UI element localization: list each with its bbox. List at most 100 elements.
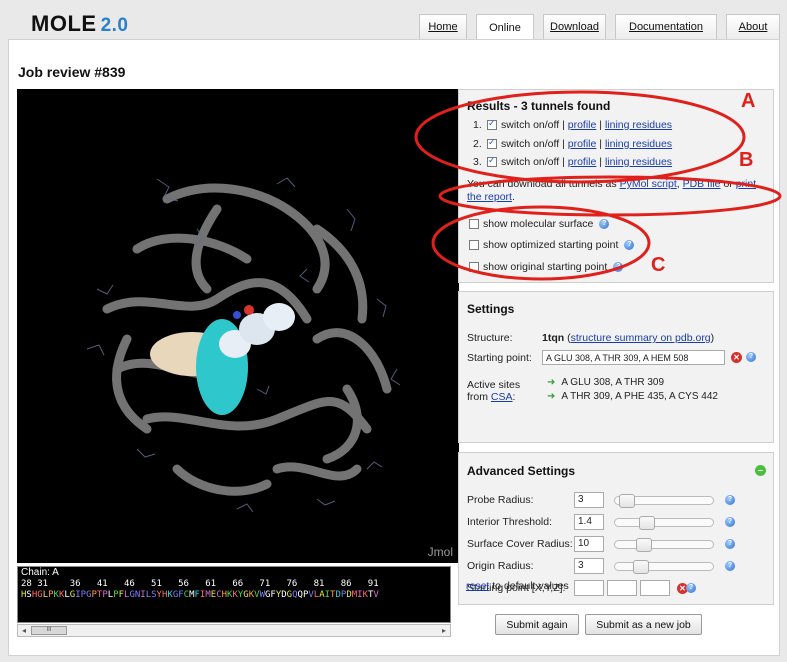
param-input[interactable]: 3 [574,492,604,508]
param-slider[interactable] [614,560,714,574]
profile-link[interactable]: profile [568,138,597,150]
profile-link[interactable]: profile [568,156,597,168]
tunnel-shapes [150,303,295,415]
structure-summary-link[interactable]: structure summary on pdb.org [571,332,711,344]
tab-home[interactable]: Home [419,14,467,39]
param-label: Interior Threshold: [467,516,553,528]
z-input[interactable] [640,580,670,596]
jmol-watermark: Jmol [427,545,453,559]
download-prefix: You can download all tunnels as [467,178,617,190]
separator: | [599,138,603,150]
arrow-right-icon: ➜ [547,377,556,388]
results-title: Results - 3 tunnels found [467,99,611,113]
param-row: Origin Radius: 3 ? [467,558,767,576]
separator: | [599,156,603,168]
submit-new-job-button[interactable]: Submit as a new job [585,614,702,635]
pdb-file-link[interactable]: PDB file [683,178,721,190]
clear-icon[interactable]: ✕ [731,352,742,363]
param-slider[interactable] [614,538,714,552]
param-input[interactable]: 10 [574,536,604,552]
scroll-right-icon[interactable]: ▸ [438,625,450,636]
or-text: or [723,178,733,190]
param-input[interactable]: 3 [574,558,604,574]
optimized-start-checkbox[interactable] [469,240,479,250]
sequence-scrollbar[interactable]: ◂ III ▸ [17,624,451,637]
arrow-right-icon: ➜ [547,391,556,402]
scroll-thumb[interactable]: III [31,626,67,635]
help-icon[interactable]: ? [686,583,696,593]
chain-label: Chain: A [21,567,59,578]
slider-handle[interactable] [633,560,650,574]
submit-again-button[interactable]: Submit again [495,614,579,635]
from-csa: from CSA: [467,391,515,403]
lining-residues-link[interactable]: lining residues [605,156,672,168]
param-slider[interactable] [614,516,714,530]
x-input[interactable] [574,580,604,596]
settings-panel: Settings Structure: 1tqn (structure summ… [458,291,774,443]
option-row: show original starting point ? [469,261,624,273]
switch-label: switch on/off [501,119,560,131]
download-text: You can download all tunnels as PyMol sc… [467,178,767,204]
tunnel-checkbox[interactable] [487,137,497,149]
molecular-surface-checkbox[interactable] [469,219,479,229]
active-site-item[interactable]: ➜ A THR 309, A PHE 435, A CYS 442 [547,391,718,402]
molecule-viewer[interactable]: Jmol [17,89,459,563]
separator: | [599,119,603,131]
collapse-icon[interactable]: – [755,465,766,476]
tunnel-checkbox[interactable] [487,118,497,130]
annotation-label-a: A [741,90,756,112]
profile-link[interactable]: profile [568,119,597,131]
param-label: Probe Radius: [467,494,534,506]
structure-label: Structure: [467,332,513,344]
comma: , [676,178,680,190]
help-icon[interactable]: ? [725,561,735,571]
help-icon[interactable]: ? [599,219,610,229]
slider-handle[interactable] [619,494,636,508]
tab-about[interactable]: About [726,14,780,39]
help-icon[interactable]: ? [725,539,735,549]
param-input[interactable]: 1.4 [574,514,604,530]
slider-handle[interactable] [636,538,652,552]
structure-id: 1tqn [542,332,565,344]
period: . [511,191,515,203]
active-site-item[interactable]: ➜ A GLU 308, A THR 309 [547,377,664,388]
reset-link[interactable]: reset [466,580,489,592]
scroll-left-icon[interactable]: ◂ [18,625,30,636]
switch-label: switch on/off [501,138,560,150]
separator: | [562,119,565,131]
pymol-script-link[interactable]: PyMol script [620,178,677,190]
help-icon[interactable]: ? [613,262,624,272]
logo-version: 2.0 [100,15,129,36]
original-start-checkbox[interactable] [469,262,479,272]
help-icon[interactable]: ? [624,240,635,250]
lining-residues-link[interactable]: lining residues [605,119,672,131]
lining-residues-link[interactable]: lining residues [605,138,672,150]
tab-download[interactable]: Download [543,14,606,39]
advanced-title: Advanced Settings [467,464,576,478]
option-row: show molecular surface ? [469,218,610,230]
tab-online[interactable]: Online [476,14,534,40]
slider-handle[interactable] [638,516,655,530]
protein-structure-render [86,177,401,513]
param-row: Interior Threshold: 1.4 ? [467,514,767,532]
sequence-residues[interactable]: HSHGLPKKLGIPGPTPLPFLGNILSYHKGFCMFIMECHKK… [18,590,450,601]
page-title: Job review #839 [18,64,126,80]
param-label: Surface Cover Radius: [467,538,573,550]
param-slider[interactable] [614,494,714,508]
csa-link[interactable]: CSA [491,391,513,403]
y-input[interactable] [607,580,637,596]
option-label: show optimized starting point [483,239,619,251]
help-icon[interactable]: ? [746,352,756,362]
tunnel-checkbox[interactable] [487,155,497,167]
help-icon[interactable]: ? [725,495,735,505]
starting-point-input[interactable]: A GLU 308, A THR 309, A HEM 508 [542,350,725,365]
active-sites-label: Active sites [467,379,521,391]
starting-point-label: Starting point: [467,352,532,364]
reset-suffix: to default values [492,580,569,592]
help-icon[interactable]: ? [725,517,735,527]
tab-documentation[interactable]: Documentation [615,14,717,39]
sequence-panel[interactable]: Chain: A 28 31 36 41 46 51 56 61 66 71 7… [17,566,451,623]
param-row: Probe Radius: 3 ? [467,492,767,510]
tunnel-number: 1. [473,119,482,131]
main-content: Job review #839 Jmol Chain: A 28 31 36 4… [8,39,780,656]
